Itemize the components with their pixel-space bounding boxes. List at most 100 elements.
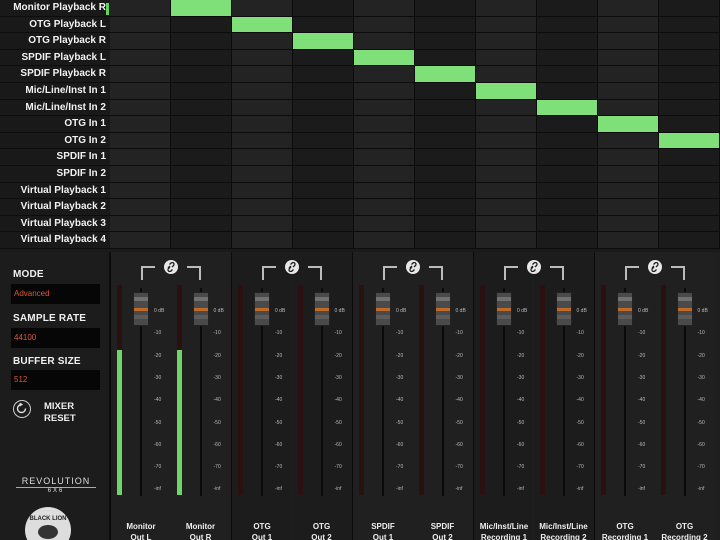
matrix-cell[interactable] xyxy=(171,132,232,150)
matrix-cell[interactable] xyxy=(415,182,476,200)
matrix-cell[interactable] xyxy=(232,99,293,117)
matrix-cell[interactable] xyxy=(293,99,354,117)
matrix-cell[interactable] xyxy=(659,33,720,50)
volume-fader[interactable] xyxy=(192,292,209,326)
matrix-cell-active[interactable] xyxy=(293,33,354,50)
mixer-reset-button[interactable] xyxy=(13,400,31,418)
matrix-cell[interactable] xyxy=(537,215,598,233)
matrix-cell[interactable] xyxy=(293,232,354,249)
matrix-cell[interactable] xyxy=(354,166,415,183)
matrix-cell[interactable] xyxy=(110,182,171,200)
matrix-cell[interactable] xyxy=(598,66,659,83)
matrix-cell[interactable] xyxy=(537,0,598,17)
volume-fader[interactable] xyxy=(676,292,693,326)
matrix-cell[interactable] xyxy=(232,116,293,133)
matrix-cell[interactable] xyxy=(476,16,537,34)
matrix-cell[interactable] xyxy=(232,132,293,150)
matrix-cell[interactable] xyxy=(171,182,232,200)
volume-fader[interactable] xyxy=(254,292,270,326)
matrix-cell-active[interactable] xyxy=(232,16,293,34)
matrix-cell[interactable] xyxy=(110,132,171,150)
matrix-cell[interactable] xyxy=(598,166,659,183)
matrix-cell[interactable] xyxy=(110,116,171,133)
matrix-cell[interactable] xyxy=(110,199,171,216)
matrix-cell[interactable] xyxy=(659,116,720,133)
matrix-cell[interactable] xyxy=(110,33,171,50)
volume-fader[interactable] xyxy=(617,292,633,326)
volume-fader[interactable] xyxy=(375,292,391,326)
matrix-cell[interactable] xyxy=(659,199,720,216)
matrix-cell[interactable] xyxy=(537,166,598,183)
stereo-link-button[interactable] xyxy=(527,260,541,274)
matrix-cell[interactable] xyxy=(354,0,415,17)
matrix-cell[interactable] xyxy=(293,199,354,216)
matrix-cell[interactable] xyxy=(354,232,415,249)
matrix-cell[interactable] xyxy=(659,215,720,233)
matrix-cell[interactable] xyxy=(659,0,720,17)
matrix-cell[interactable] xyxy=(232,199,293,216)
matrix-cell[interactable] xyxy=(659,182,720,200)
buffer-size-select[interactable]: 512 xyxy=(11,370,100,390)
matrix-cell[interactable] xyxy=(354,99,415,117)
matrix-cell[interactable] xyxy=(476,149,537,166)
matrix-cell[interactable] xyxy=(171,149,232,166)
matrix-cell[interactable] xyxy=(293,132,354,150)
matrix-cell[interactable] xyxy=(415,232,476,249)
matrix-cell[interactable] xyxy=(598,215,659,233)
matrix-cell[interactable] xyxy=(476,116,537,133)
matrix-cell[interactable] xyxy=(415,132,476,150)
matrix-cell[interactable] xyxy=(293,49,354,67)
matrix-cell[interactable] xyxy=(232,166,293,183)
matrix-cell[interactable] xyxy=(110,166,171,183)
matrix-cell[interactable] xyxy=(293,83,354,100)
matrix-cell[interactable] xyxy=(598,33,659,50)
matrix-cell[interactable] xyxy=(110,99,171,117)
matrix-cell[interactable] xyxy=(415,116,476,133)
matrix-cell[interactable] xyxy=(476,182,537,200)
matrix-cell[interactable] xyxy=(598,199,659,216)
matrix-cell[interactable] xyxy=(110,16,171,34)
matrix-cell[interactable] xyxy=(293,66,354,83)
matrix-cell[interactable] xyxy=(171,116,232,133)
matrix-cell-active[interactable] xyxy=(476,83,537,100)
matrix-cell[interactable] xyxy=(598,49,659,67)
matrix-cell[interactable] xyxy=(537,83,598,100)
matrix-cell[interactable] xyxy=(232,182,293,200)
matrix-cell[interactable] xyxy=(476,66,537,83)
matrix-cell[interactable] xyxy=(537,149,598,166)
matrix-cell-active[interactable] xyxy=(354,49,415,67)
mode-select[interactable]: Advanced xyxy=(11,284,100,304)
matrix-cell[interactable] xyxy=(415,166,476,183)
matrix-cell[interactable] xyxy=(476,199,537,216)
matrix-cell[interactable] xyxy=(537,132,598,150)
volume-fader[interactable] xyxy=(496,292,512,326)
matrix-cell[interactable] xyxy=(354,16,415,34)
matrix-cell[interactable] xyxy=(232,149,293,166)
matrix-cell-active[interactable] xyxy=(171,0,232,17)
matrix-cell[interactable] xyxy=(659,232,720,249)
matrix-cell[interactable] xyxy=(476,215,537,233)
matrix-cell[interactable] xyxy=(171,215,232,233)
matrix-cell[interactable] xyxy=(659,99,720,117)
matrix-cell[interactable] xyxy=(354,215,415,233)
matrix-cell[interactable] xyxy=(537,66,598,83)
stereo-link-button[interactable] xyxy=(285,260,299,274)
stereo-link-button[interactable] xyxy=(648,260,662,274)
stereo-link-button[interactable] xyxy=(164,260,178,274)
matrix-cell[interactable] xyxy=(110,49,171,67)
matrix-cell[interactable] xyxy=(598,232,659,249)
matrix-cell[interactable] xyxy=(354,66,415,83)
matrix-cell[interactable] xyxy=(110,66,171,83)
stereo-link-button[interactable] xyxy=(406,260,420,274)
matrix-cell[interactable] xyxy=(537,232,598,249)
matrix-cell[interactable] xyxy=(171,199,232,216)
matrix-cell[interactable] xyxy=(537,199,598,216)
matrix-cell[interactable] xyxy=(354,199,415,216)
matrix-cell[interactable] xyxy=(537,16,598,34)
matrix-cell[interactable] xyxy=(415,49,476,67)
matrix-cell[interactable] xyxy=(598,182,659,200)
matrix-cell[interactable] xyxy=(293,182,354,200)
matrix-cell[interactable] xyxy=(415,215,476,233)
matrix-cell[interactable] xyxy=(293,116,354,133)
matrix-cell[interactable] xyxy=(598,16,659,34)
